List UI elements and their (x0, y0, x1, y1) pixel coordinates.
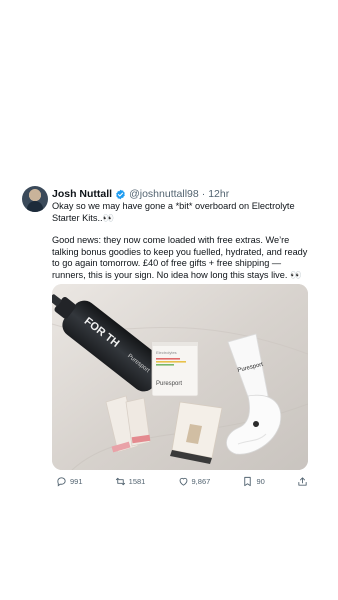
electrolyte-box: Electrolytes Puresport (151, 341, 199, 397)
avatar-shirt (27, 201, 43, 212)
tweet-actions: 991 1581 9,867 90 (56, 474, 308, 488)
reply-icon (57, 476, 66, 487)
box-label: Electrolytes (156, 350, 177, 355)
tweet-photo[interactable]: FOR TH Puresport Electrolytes Puresport … (52, 284, 308, 470)
like-count: 9,867 (191, 476, 211, 486)
tweet-text: Okay so we may have gone a *bit* overboa… (52, 201, 314, 282)
share-button[interactable] (297, 476, 308, 487)
tweet-paragraph-1: Okay so we may have gone a *bit* overboa… (52, 201, 295, 223)
box-brand: Puresport (156, 381, 182, 387)
product-photo-illustration: FOR TH Puresport Electrolytes Puresport … (52, 284, 308, 470)
author-handle[interactable]: @joshnuttall98 (129, 188, 199, 200)
author-name[interactable]: Josh Nuttall (52, 188, 112, 200)
retweet-button[interactable]: 1581 (115, 476, 146, 487)
bookmark-icon (244, 476, 252, 486)
bookmark-count: 90 (256, 476, 265, 486)
heart-icon (179, 477, 187, 486)
bookmark-button[interactable]: 90 (242, 476, 265, 487)
retweet-icon (115, 477, 125, 485)
tweet-header: Josh Nuttall @joshnuttall98 · 12hr (52, 186, 229, 202)
reply-button[interactable]: 991 (56, 476, 83, 487)
reply-count: 991 (70, 476, 83, 486)
timestamp[interactable]: 12hr (208, 188, 229, 200)
like-button[interactable]: 9,867 (178, 476, 211, 487)
tweet-paragraph-2: Good news: they now come loaded with fre… (52, 235, 308, 280)
share-icon (298, 476, 307, 486)
retweet-count: 1581 (128, 476, 146, 486)
verified-badge-icon (115, 189, 126, 200)
separator-dot: · (201, 188, 206, 200)
avatar[interactable] (22, 186, 48, 212)
